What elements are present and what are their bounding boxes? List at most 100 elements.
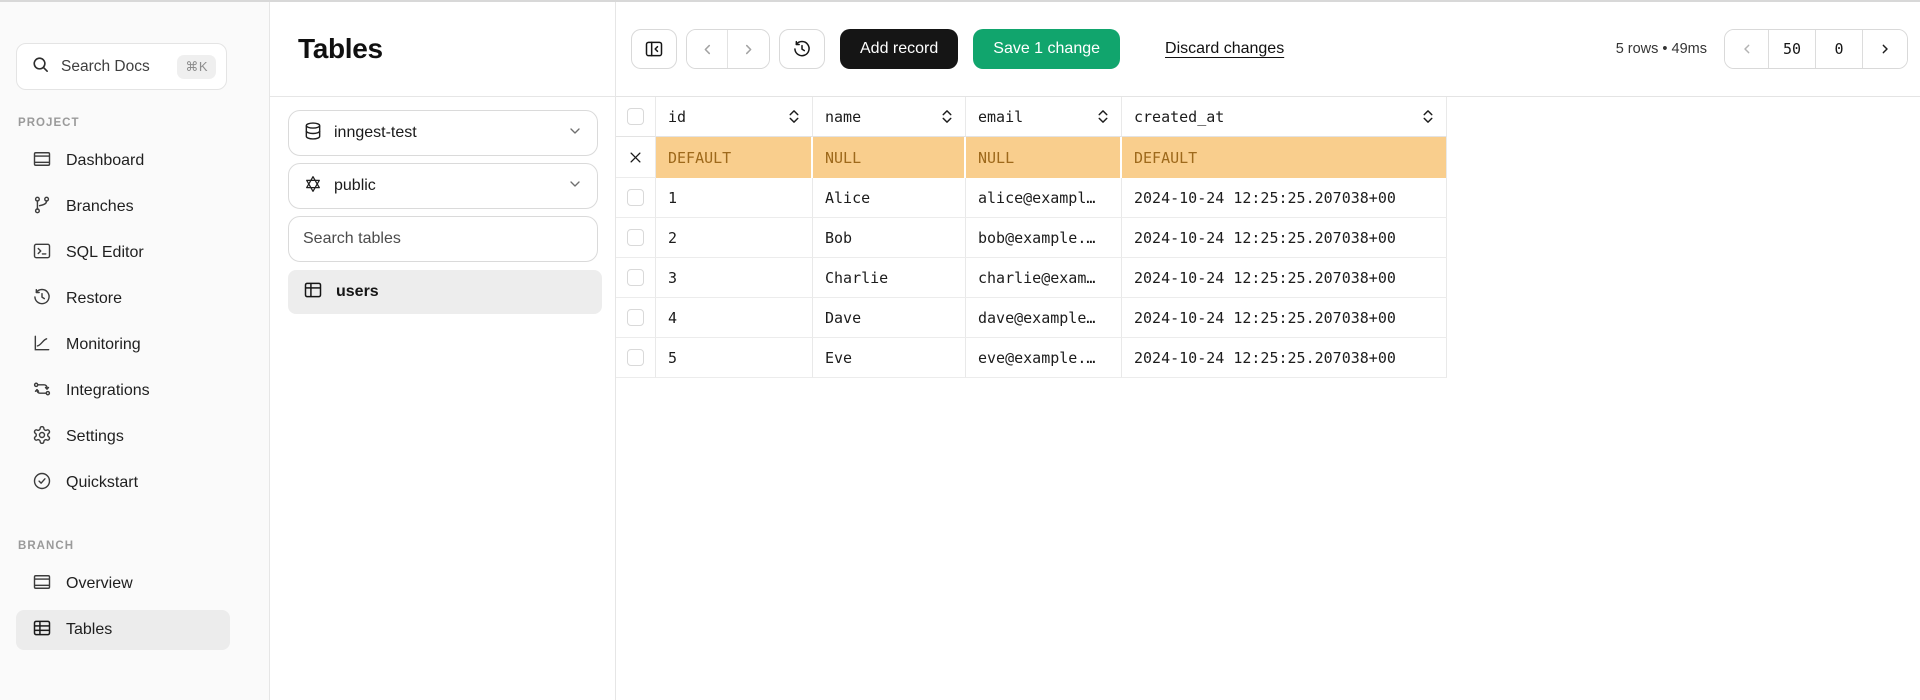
sidebar-item-label: SQL Editor <box>66 244 144 262</box>
discard-changes-link[interactable]: Discard changes <box>1165 40 1284 58</box>
sidebar-item-label: Quickstart <box>66 474 138 492</box>
cell-id[interactable]: 3 <box>656 258 813 298</box>
sidebar-item-label: Dashboard <box>66 152 144 170</box>
row-select-cell <box>616 218 656 258</box>
table-list-item-users[interactable]: users <box>288 270 602 314</box>
cell-email[interactable]: eve@example.… <box>966 338 1122 378</box>
sidebar-item-label: Overview <box>66 575 133 593</box>
sidebar-item-label: Branches <box>66 198 134 216</box>
cell-id[interactable]: 2 <box>656 218 813 258</box>
cell-name[interactable]: Charlie <box>813 258 966 298</box>
sidebar-item-dashboard[interactable]: Dashboard <box>16 141 230 181</box>
cell-name[interactable]: Alice <box>813 178 966 218</box>
sidebar-item-settings[interactable]: Settings <box>16 417 230 457</box>
column-label: name <box>825 108 861 126</box>
cell-name[interactable]: Bob <box>813 218 966 258</box>
cell-created-at[interactable]: 2024-10-24 12:25:25.207038+00 <box>1122 258 1447 298</box>
table-row: 4 Dave dave@example… 2024-10-24 12:25:25… <box>616 298 1447 338</box>
query-history-button[interactable] <box>779 29 825 69</box>
sidebar-item-integrations[interactable]: Integrations <box>16 371 230 411</box>
table-grid-icon <box>303 280 323 305</box>
table-row: 1 Alice alice@exampl… 2024-10-24 12:25:2… <box>616 178 1447 218</box>
tables-panel: Tables inngest-test <box>270 2 616 700</box>
pagination-control: 50 0 <box>1724 29 1908 69</box>
git-branch-icon <box>32 195 52 220</box>
sidebar-item-quickstart[interactable]: Quickstart <box>16 463 230 503</box>
cell-name[interactable]: Dave <box>813 298 966 338</box>
search-docs-button[interactable]: Search Docs ⌘K <box>16 43 227 90</box>
select-all-checkbox[interactable] <box>627 108 644 125</box>
redo-forward-button[interactable] <box>728 30 769 68</box>
sidebar-item-sql-editor[interactable]: SQL Editor <box>16 233 230 273</box>
collapse-sidebar-button[interactable] <box>631 29 677 69</box>
column-header-id[interactable]: id <box>656 97 813 137</box>
page-next-button[interactable] <box>1863 30 1907 68</box>
new-row-cell-name[interactable]: NULL <box>813 137 966 178</box>
section-label-branch: BRANCH <box>18 540 269 552</box>
close-icon <box>628 150 643 165</box>
main-panel: Add record Save 1 change Discard changes… <box>616 2 1920 700</box>
keyboard-shortcut-badge: ⌘K <box>177 55 216 79</box>
save-changes-button[interactable]: Save 1 change <box>973 29 1120 69</box>
sidebar-item-monitoring[interactable]: Monitoring <box>16 325 230 365</box>
undo-back-button[interactable] <box>687 30 728 68</box>
sidebar-item-restore[interactable]: Restore <box>16 279 230 319</box>
row-checkbox[interactable] <box>627 309 644 326</box>
cell-created-at[interactable]: 2024-10-24 12:25:25.207038+00 <box>1122 298 1447 338</box>
row-checkbox[interactable] <box>627 229 644 246</box>
window-icon <box>32 149 52 174</box>
terminal-icon <box>32 241 52 266</box>
cell-created-at[interactable]: 2024-10-24 12:25:25.207038+00 <box>1122 218 1447 258</box>
chevron-right-icon <box>740 41 757 58</box>
cell-email[interactable]: bob@example.… <box>966 218 1122 258</box>
cell-id[interactable]: 1 <box>656 178 813 218</box>
new-row-cell-email[interactable]: NULL <box>966 137 1122 178</box>
new-row-cell-id[interactable]: DEFAULT <box>656 137 813 178</box>
remove-new-row-button[interactable] <box>616 137 655 177</box>
history-clock-icon <box>32 287 52 312</box>
column-header-name[interactable]: name <box>813 97 966 137</box>
row-checkbox[interactable] <box>627 269 644 286</box>
schema-icon <box>303 174 323 199</box>
database-select[interactable]: inngest-test <box>288 110 598 156</box>
sidebar-item-label: Monitoring <box>66 336 141 354</box>
cell-id[interactable]: 4 <box>656 298 813 338</box>
sidebar-item-branches[interactable]: Branches <box>16 187 230 227</box>
toolbar: Add record Save 1 change Discard changes… <box>616 2 1920 96</box>
sidebar-item-overview[interactable]: Overview <box>16 564 230 604</box>
row-checkbox[interactable] <box>627 189 644 206</box>
column-header-created-at[interactable]: created_at <box>1122 97 1447 137</box>
history-clock-icon <box>792 39 812 59</box>
row-select-cell <box>616 298 656 338</box>
column-label: id <box>668 108 686 126</box>
new-row-cell-created-at[interactable]: DEFAULT <box>1122 137 1447 178</box>
cell-email[interactable]: charlie@exam… <box>966 258 1122 298</box>
cell-name[interactable]: Eve <box>813 338 966 378</box>
cell-created-at[interactable]: 2024-10-24 12:25:25.207038+00 <box>1122 338 1447 378</box>
history-nav-group <box>686 29 770 69</box>
table-row: 3 Charlie charlie@exam… 2024-10-24 12:25… <box>616 258 1447 298</box>
cell-email[interactable]: dave@example… <box>966 298 1122 338</box>
add-record-button[interactable]: Add record <box>840 29 958 69</box>
row-checkbox[interactable] <box>627 349 644 366</box>
cell-created-at[interactable]: 2024-10-24 12:25:25.207038+00 <box>1122 178 1447 218</box>
cell-email[interactable]: alice@exampl… <box>966 178 1122 218</box>
column-label: created_at <box>1134 108 1224 126</box>
search-tables-input[interactable] <box>303 230 583 248</box>
select-all-cell <box>616 97 656 137</box>
window-icon <box>32 572 52 597</box>
column-header-email[interactable]: email <box>966 97 1122 137</box>
sidebar-item-label: Tables <box>66 621 112 639</box>
page-size-value[interactable]: 50 <box>1769 30 1816 68</box>
panel-header: Tables <box>270 2 615 97</box>
chart-line-icon <box>32 333 52 358</box>
page-previous-button[interactable] <box>1725 30 1769 68</box>
gear-icon <box>32 425 52 450</box>
page-offset-value[interactable]: 0 <box>1816 30 1863 68</box>
search-tables-field <box>288 216 598 262</box>
cell-id[interactable]: 5 <box>656 338 813 378</box>
chevron-left-icon <box>699 41 716 58</box>
schema-select[interactable]: public <box>288 163 598 209</box>
sidebar-item-tables[interactable]: Tables <box>16 610 230 650</box>
data-grid: id name email created_at <box>616 97 1447 378</box>
